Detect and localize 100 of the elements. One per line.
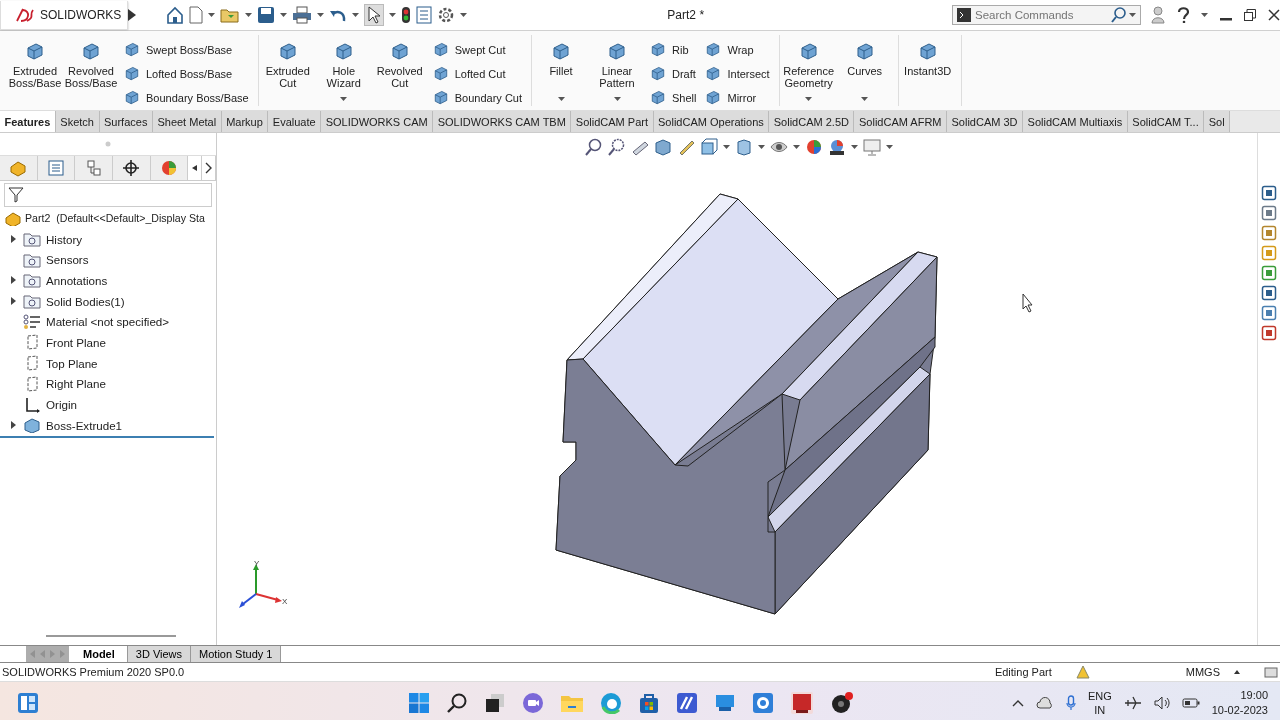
- save-icon[interactable]: [257, 6, 276, 24]
- task-view-icon[interactable]: [484, 692, 506, 714]
- appearance-ball-icon[interactable]: [159, 159, 178, 177]
- tree-item[interactable]: Solid Bodies(1): [0, 290, 214, 312]
- property-list-icon[interactable]: [47, 159, 65, 177]
- configuration-icon[interactable]: [84, 159, 103, 177]
- traffic-light-icon[interactable]: [401, 6, 412, 24]
- tree-item[interactable]: Boss-Extrude1: [0, 414, 214, 436]
- ribbon-button[interactable]: Intersect: [701, 63, 773, 85]
- ribbon-button[interactable]: Boundary Boss/Base: [120, 87, 252, 109]
- monitor-app-icon[interactable]: [714, 692, 736, 714]
- open-folder-icon[interactable]: [220, 6, 241, 24]
- user-icon[interactable]: [1151, 6, 1165, 24]
- search-icon[interactable]: [446, 692, 468, 714]
- microphone-icon[interactable]: [1065, 695, 1076, 711]
- ribbon-button[interactable]: Lofted Boss/Base: [120, 63, 252, 85]
- chevron-right-icon[interactable]: [205, 162, 213, 174]
- ribbon-tab[interactable]: Sheet Metal: [152, 111, 222, 132]
- cloud-sync-icon[interactable]: [1035, 696, 1054, 710]
- ribbon-button[interactable]: Rib: [646, 39, 700, 61]
- widgets-icon[interactable]: [17, 692, 39, 714]
- zoom-to-fit-icon[interactable]: [585, 138, 603, 156]
- search-icon[interactable]: [1111, 7, 1127, 23]
- ribbon-button[interactable]: Mirror: [701, 87, 773, 109]
- ribbon-button[interactable]: Wrap: [701, 39, 773, 61]
- target-app-icon[interactable]: [752, 692, 774, 714]
- ribbon-tab[interactable]: SolidCAM Multiaxis: [1023, 111, 1128, 132]
- ribbon-tab[interactable]: SolidCAM T...: [1127, 111, 1205, 132]
- ribbon-button[interactable]: Revolved Boss/Base: [64, 39, 118, 105]
- tree-item[interactable]: Origin: [0, 394, 214, 415]
- ribbon-button[interactable]: Shell: [646, 87, 700, 109]
- ribbon-tab[interactable]: SolidCAM 2.5D: [769, 111, 855, 132]
- ribbon-tab[interactable]: Evaluate: [268, 111, 322, 132]
- ribbon-button[interactable]: Draft: [646, 63, 700, 85]
- part-tree-icon[interactable]: [9, 159, 28, 177]
- search-input[interactable]: Search Commands: [975, 9, 1107, 21]
- clock[interactable]: 19:00 10-02-2023: [1211, 688, 1268, 718]
- ribbon-button[interactable]: Reference Geometry: [781, 39, 836, 105]
- recorder-icon[interactable]: [830, 691, 854, 715]
- ribbon-tab[interactable]: Markup: [221, 111, 269, 132]
- scene-icon[interactable]: [828, 138, 846, 156]
- ribbon-tab[interactable]: SolidCAM AFRM: [854, 111, 947, 132]
- tree-item[interactable]: Right Plane: [0, 373, 214, 395]
- battery-icon[interactable]: [1181, 697, 1200, 709]
- crosshair-icon[interactable]: [122, 159, 141, 177]
- settings-icon[interactable]: [437, 6, 456, 24]
- ribbon-tab[interactable]: Sol: [1204, 111, 1231, 132]
- ribbon-button[interactable]: Lofted Cut: [428, 63, 525, 85]
- chevron-up-icon[interactable]: [1011, 699, 1024, 707]
- airplane-icon[interactable]: [1123, 695, 1142, 711]
- scrollbar[interactable]: [46, 635, 176, 637]
- ribbon-tab[interactable]: SOLIDWORKS CAM TBM: [433, 111, 572, 132]
- tree-item[interactable]: Sensors: [0, 249, 214, 271]
- close-icon[interactable]: [1268, 9, 1280, 21]
- chat-icon[interactable]: [522, 692, 544, 714]
- appearance-ball-icon[interactable]: [805, 138, 823, 156]
- browser-icon[interactable]: [600, 692, 622, 714]
- search-field[interactable]: Search Commands: [952, 5, 1141, 25]
- zoom-area-icon[interactable]: [608, 138, 626, 156]
- speaker-icon[interactable]: [1153, 695, 1170, 711]
- ribbon-button[interactable]: Linear Pattern: [590, 39, 644, 105]
- model-tab[interactable]: 3D Views: [127, 646, 192, 662]
- ribbon-tab[interactable]: Features: [0, 111, 56, 132]
- model-tab[interactable]: Motion Study 1: [191, 646, 282, 662]
- unit-system[interactable]: MMGS: [1185, 666, 1220, 678]
- scroll-left-icon[interactable]: [192, 165, 198, 171]
- print-icon[interactable]: [292, 6, 313, 24]
- caret-up-icon[interactable]: [1234, 670, 1240, 674]
- ribbon-button[interactable]: Hole Wizard: [316, 39, 371, 105]
- windows-start-icon[interactable]: [408, 692, 430, 714]
- app-icon[interactable]: [676, 692, 698, 714]
- pointer-icon[interactable]: [366, 6, 383, 24]
- ribbon-button[interactable]: Extruded Cut: [260, 39, 315, 105]
- ribbon-button[interactable]: Swept Cut: [428, 39, 525, 61]
- filter-field[interactable]: [4, 183, 212, 207]
- ribbon-button[interactable]: Revolved Cut: [372, 39, 427, 105]
- tree-item[interactable]: Material <not specified>: [0, 311, 214, 333]
- tree-item[interactable]: Annotations: [0, 270, 214, 291]
- ribbon-button[interactable]: Instant3D: [900, 39, 955, 105]
- ribbon-tab[interactable]: Sketch: [55, 111, 100, 132]
- ribbon-tab[interactable]: SolidCAM 3D: [947, 111, 1024, 132]
- ribbon-button[interactable]: Swept Boss/Base: [120, 39, 252, 61]
- restore-icon[interactable]: [1244, 9, 1256, 21]
- notification-icon[interactable]: [1264, 665, 1278, 679]
- tree-item[interactable]: Part2 (Default<<Default>_Display Sta: [4, 208, 214, 229]
- ribbon-button[interactable]: Boundary Cut: [428, 87, 525, 109]
- ribbon-button[interactable]: Curves: [837, 39, 892, 105]
- tree-item[interactable]: History: [0, 228, 214, 250]
- expand-arrow-icon[interactable]: [128, 9, 137, 21]
- tree-item[interactable]: Front Plane: [0, 332, 214, 353]
- input-language-indicator[interactable]: ENG IN: [1087, 689, 1112, 717]
- ribbon-tab[interactable]: SOLIDWORKS CAM: [321, 111, 434, 132]
- view-orientation-icon[interactable]: [700, 138, 718, 156]
- ribbon-tab[interactable]: Surfaces: [99, 111, 153, 132]
- new-document-icon[interactable]: [189, 6, 204, 24]
- ribbon-button[interactable]: Fillet: [534, 39, 588, 105]
- help-icon[interactable]: [1177, 7, 1189, 23]
- ribbon-button[interactable]: Extruded Boss/Base: [8, 39, 62, 105]
- ribbon-tab[interactable]: SolidCAM Operations: [653, 111, 770, 132]
- store-icon[interactable]: [638, 692, 660, 714]
